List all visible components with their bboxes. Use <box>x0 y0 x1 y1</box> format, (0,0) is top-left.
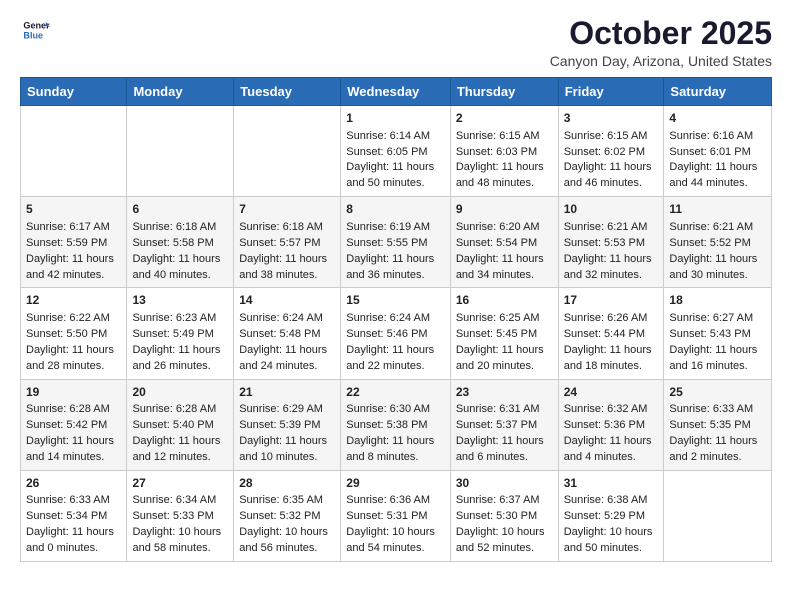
day-number: 21 <box>239 384 335 401</box>
day-cell: 10Sunrise: 6:21 AMSunset: 5:53 PMDayligh… <box>558 197 664 288</box>
day-number: 25 <box>669 384 766 401</box>
day-number: 7 <box>239 201 335 218</box>
logo: General Blue <box>20 16 50 49</box>
col-header-friday: Friday <box>558 78 664 106</box>
day-number: 23 <box>456 384 553 401</box>
day-cell: 29Sunrise: 6:36 AMSunset: 5:31 PMDayligh… <box>341 470 451 561</box>
day-cell: 1Sunrise: 6:14 AMSunset: 6:05 PMDaylight… <box>341 106 451 197</box>
week-row-4: 19Sunrise: 6:28 AMSunset: 5:42 PMDayligh… <box>21 379 772 470</box>
header: General Blue October 2025 Canyon Day, Ar… <box>20 16 772 69</box>
day-cell: 28Sunrise: 6:35 AMSunset: 5:32 PMDayligh… <box>234 470 341 561</box>
day-cell: 3Sunrise: 6:15 AMSunset: 6:02 PMDaylight… <box>558 106 664 197</box>
day-number: 1 <box>346 110 445 127</box>
col-header-saturday: Saturday <box>664 78 772 106</box>
day-number: 3 <box>564 110 659 127</box>
day-cell: 22Sunrise: 6:30 AMSunset: 5:38 PMDayligh… <box>341 379 451 470</box>
day-cell <box>21 106 127 197</box>
day-number: 15 <box>346 292 445 309</box>
week-row-5: 26Sunrise: 6:33 AMSunset: 5:34 PMDayligh… <box>21 470 772 561</box>
day-cell: 12Sunrise: 6:22 AMSunset: 5:50 PMDayligh… <box>21 288 127 379</box>
month-title: October 2025 <box>550 16 772 51</box>
day-cell: 27Sunrise: 6:34 AMSunset: 5:33 PMDayligh… <box>127 470 234 561</box>
day-cell: 18Sunrise: 6:27 AMSunset: 5:43 PMDayligh… <box>664 288 772 379</box>
day-number: 19 <box>26 384 121 401</box>
svg-text:Blue: Blue <box>23 30 43 40</box>
day-cell: 24Sunrise: 6:32 AMSunset: 5:36 PMDayligh… <box>558 379 664 470</box>
day-cell <box>234 106 341 197</box>
day-number: 30 <box>456 475 553 492</box>
col-header-wednesday: Wednesday <box>341 78 451 106</box>
header-row: SundayMondayTuesdayWednesdayThursdayFrid… <box>21 78 772 106</box>
day-number: 29 <box>346 475 445 492</box>
day-cell: 5Sunrise: 6:17 AMSunset: 5:59 PMDaylight… <box>21 197 127 288</box>
day-number: 8 <box>346 201 445 218</box>
day-number: 18 <box>669 292 766 309</box>
day-cell: 15Sunrise: 6:24 AMSunset: 5:46 PMDayligh… <box>341 288 451 379</box>
day-cell: 20Sunrise: 6:28 AMSunset: 5:40 PMDayligh… <box>127 379 234 470</box>
day-number: 26 <box>26 475 121 492</box>
day-number: 31 <box>564 475 659 492</box>
day-number: 4 <box>669 110 766 127</box>
calendar-table: SundayMondayTuesdayWednesdayThursdayFrid… <box>20 77 772 562</box>
day-cell <box>127 106 234 197</box>
day-number: 5 <box>26 201 121 218</box>
day-number: 22 <box>346 384 445 401</box>
day-cell: 30Sunrise: 6:37 AMSunset: 5:30 PMDayligh… <box>450 470 558 561</box>
page-container: General Blue October 2025 Canyon Day, Ar… <box>0 0 792 574</box>
day-number: 6 <box>132 201 228 218</box>
day-cell: 31Sunrise: 6:38 AMSunset: 5:29 PMDayligh… <box>558 470 664 561</box>
day-number: 14 <box>239 292 335 309</box>
day-cell: 11Sunrise: 6:21 AMSunset: 5:52 PMDayligh… <box>664 197 772 288</box>
day-cell <box>664 470 772 561</box>
location-subtitle: Canyon Day, Arizona, United States <box>550 53 772 69</box>
day-number: 2 <box>456 110 553 127</box>
col-header-tuesday: Tuesday <box>234 78 341 106</box>
day-number: 27 <box>132 475 228 492</box>
day-cell: 2Sunrise: 6:15 AMSunset: 6:03 PMDaylight… <box>450 106 558 197</box>
week-row-1: 1Sunrise: 6:14 AMSunset: 6:05 PMDaylight… <box>21 106 772 197</box>
day-number: 10 <box>564 201 659 218</box>
day-number: 12 <box>26 292 121 309</box>
col-header-monday: Monday <box>127 78 234 106</box>
day-number: 20 <box>132 384 228 401</box>
day-cell: 9Sunrise: 6:20 AMSunset: 5:54 PMDaylight… <box>450 197 558 288</box>
col-header-thursday: Thursday <box>450 78 558 106</box>
day-number: 13 <box>132 292 228 309</box>
day-cell: 26Sunrise: 6:33 AMSunset: 5:34 PMDayligh… <box>21 470 127 561</box>
logo-icon: General Blue <box>22 16 50 44</box>
day-cell: 23Sunrise: 6:31 AMSunset: 5:37 PMDayligh… <box>450 379 558 470</box>
day-cell: 8Sunrise: 6:19 AMSunset: 5:55 PMDaylight… <box>341 197 451 288</box>
day-cell: 7Sunrise: 6:18 AMSunset: 5:57 PMDaylight… <box>234 197 341 288</box>
day-number: 11 <box>669 201 766 218</box>
day-cell: 25Sunrise: 6:33 AMSunset: 5:35 PMDayligh… <box>664 379 772 470</box>
col-header-sunday: Sunday <box>21 78 127 106</box>
week-row-2: 5Sunrise: 6:17 AMSunset: 5:59 PMDaylight… <box>21 197 772 288</box>
title-block: October 2025 Canyon Day, Arizona, United… <box>550 16 772 69</box>
day-number: 24 <box>564 384 659 401</box>
week-row-3: 12Sunrise: 6:22 AMSunset: 5:50 PMDayligh… <box>21 288 772 379</box>
day-number: 9 <box>456 201 553 218</box>
day-number: 28 <box>239 475 335 492</box>
day-number: 16 <box>456 292 553 309</box>
day-cell: 14Sunrise: 6:24 AMSunset: 5:48 PMDayligh… <box>234 288 341 379</box>
day-cell: 19Sunrise: 6:28 AMSunset: 5:42 PMDayligh… <box>21 379 127 470</box>
day-cell: 17Sunrise: 6:26 AMSunset: 5:44 PMDayligh… <box>558 288 664 379</box>
day-cell: 6Sunrise: 6:18 AMSunset: 5:58 PMDaylight… <box>127 197 234 288</box>
day-number: 17 <box>564 292 659 309</box>
day-cell: 4Sunrise: 6:16 AMSunset: 6:01 PMDaylight… <box>664 106 772 197</box>
day-cell: 13Sunrise: 6:23 AMSunset: 5:49 PMDayligh… <box>127 288 234 379</box>
day-cell: 16Sunrise: 6:25 AMSunset: 5:45 PMDayligh… <box>450 288 558 379</box>
day-cell: 21Sunrise: 6:29 AMSunset: 5:39 PMDayligh… <box>234 379 341 470</box>
